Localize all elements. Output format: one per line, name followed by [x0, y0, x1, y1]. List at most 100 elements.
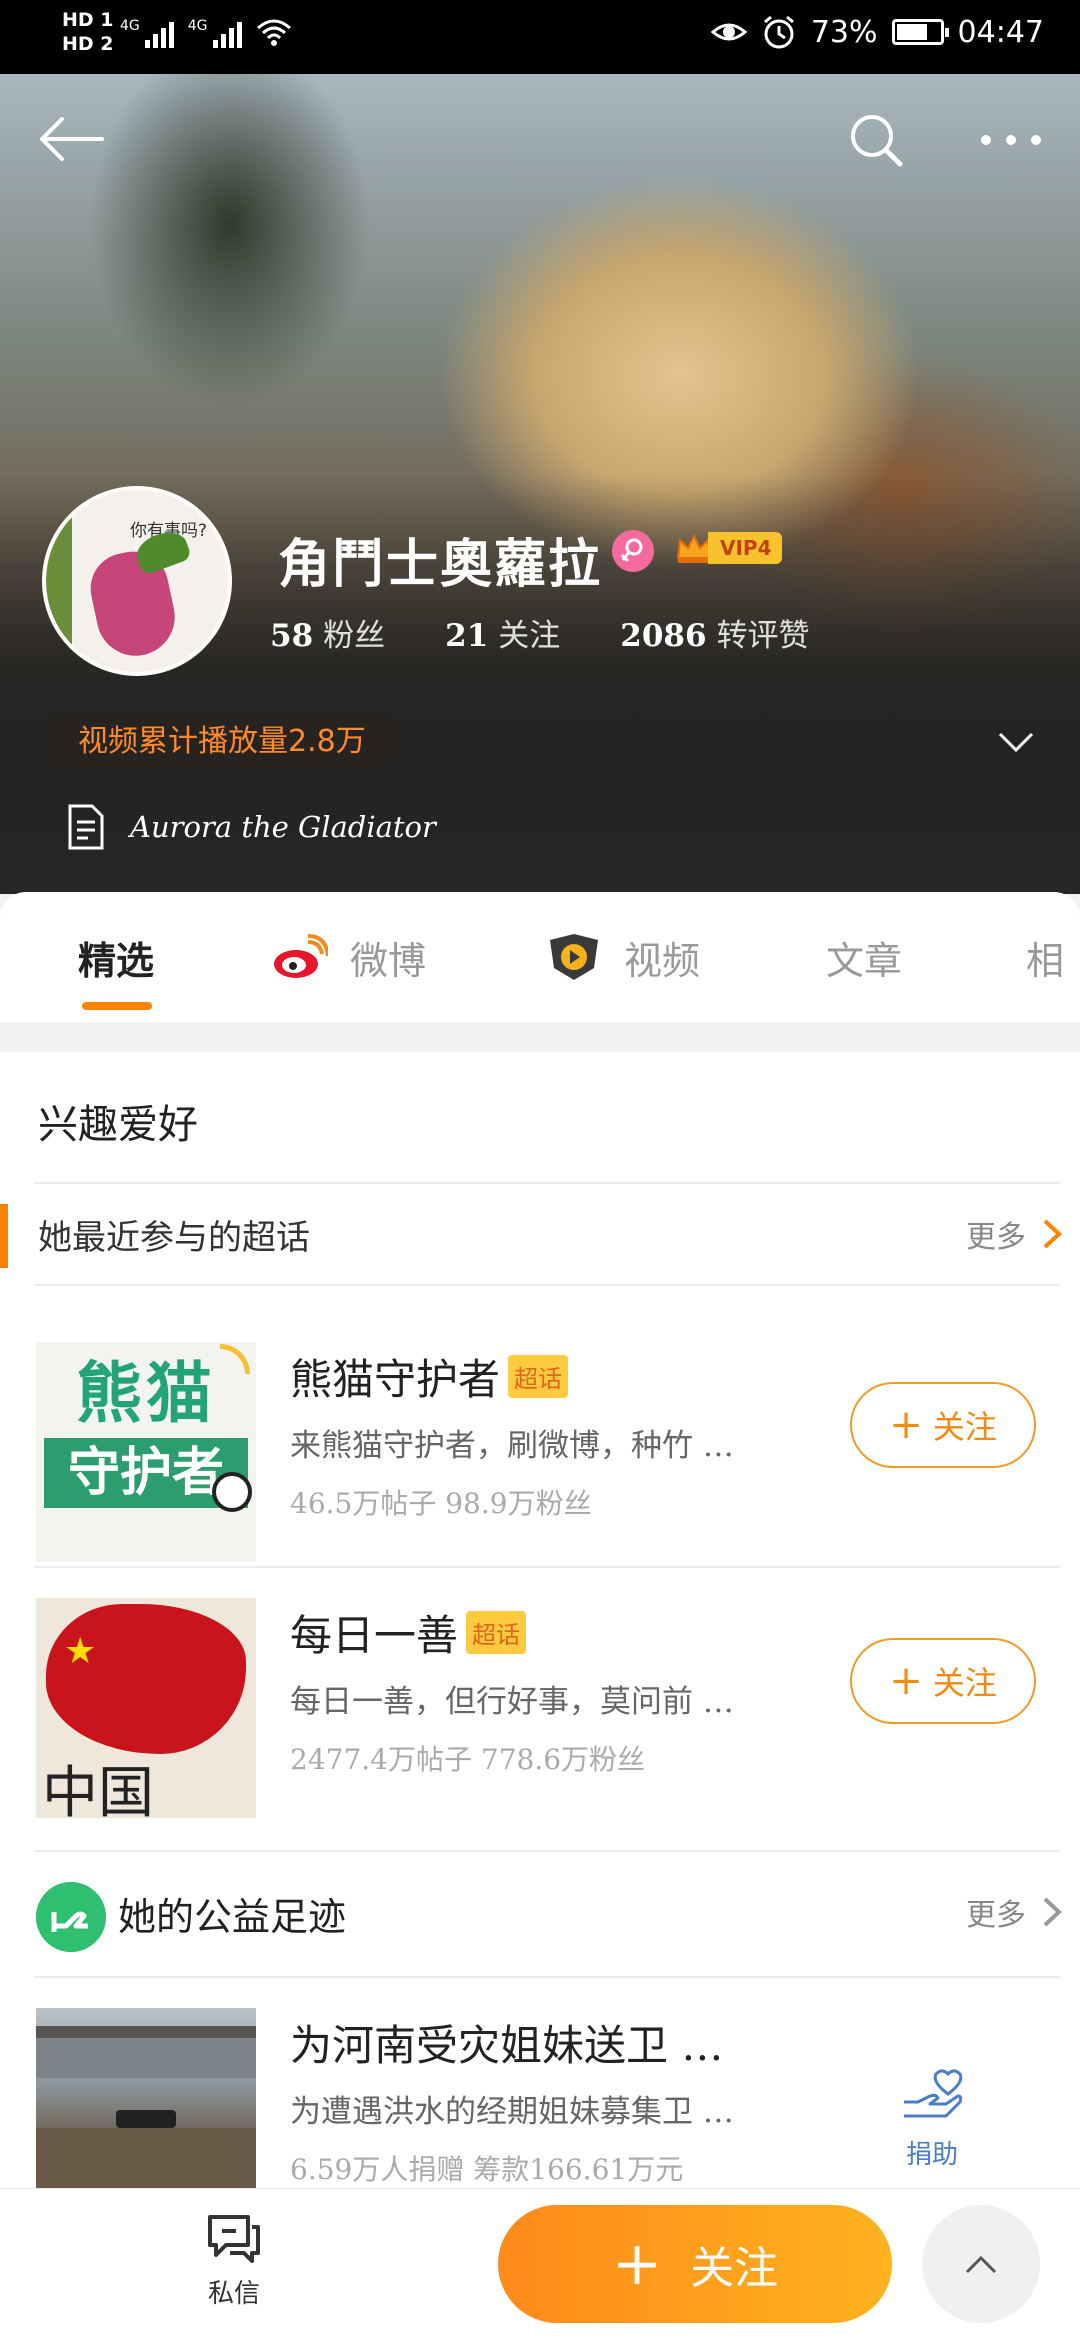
- super-topic-tag: 超话: [466, 1611, 527, 1654]
- stat-label: 粉丝: [323, 618, 386, 654]
- thumb-text: 熊猫: [76, 1355, 216, 1432]
- building-shape: [36, 2038, 256, 2078]
- video-icon: [550, 934, 598, 980]
- car-shape: [116, 2110, 176, 2128]
- charity-icon: [36, 1882, 106, 1952]
- document-icon: [68, 804, 104, 850]
- profile-header: 你有事吗? 角鬥士奧蘿拉 VIP4 58 粉丝 21 关注 2086 转评赞 视频累计…: [0, 74, 1080, 894]
- plus-icon: +: [611, 2229, 663, 2299]
- follow-topic-button[interactable]: + 关注: [850, 1382, 1036, 1468]
- stat-label: 关注: [498, 618, 561, 654]
- super-topics-more[interactable]: 更多: [966, 1212, 1064, 1256]
- stat-number: 21: [445, 618, 489, 654]
- avatar[interactable]: 你有事吗?: [42, 486, 232, 676]
- topic-thumbnail: ★ 中国: [36, 1598, 256, 1818]
- hd2-label: HD 2: [62, 33, 114, 55]
- charity-item-title: 为河南受灾姐妹送卫 …: [290, 2021, 724, 2070]
- more-icon[interactable]: [976, 130, 1046, 150]
- eye-icon: [710, 23, 747, 41]
- more-label: 更多: [966, 1220, 1026, 1255]
- water-shape: [36, 2128, 256, 2188]
- stat-number: 2086: [620, 618, 707, 654]
- divider: [34, 1976, 1060, 1978]
- tab-photos[interactable]: 相: [1026, 932, 1065, 983]
- section-accent-bar: [0, 1204, 8, 1268]
- follow-label: 关注: [932, 1664, 997, 1702]
- signal-icon: 4G: [188, 18, 242, 48]
- bridge-shape: [36, 2026, 256, 2038]
- topic-title: 熊猫守护者: [290, 1355, 501, 1404]
- stat-label: 转评赞: [716, 618, 810, 654]
- clock: 04:47: [957, 14, 1044, 50]
- plus-icon: +: [889, 1658, 923, 1704]
- follow-topic-button[interactable]: + 关注: [850, 1638, 1036, 1724]
- vip-badge[interactable]: VIP4: [674, 528, 782, 568]
- tab-label: 精选: [78, 937, 155, 983]
- featured-content: 兴趣爱好 她最近参与的超话 更多 熊猫 守护者 熊猫守护者 超话 来熊猫守护者，…: [0, 1052, 1080, 2188]
- super-topic-tag: 超话: [508, 1355, 569, 1398]
- chevron-right-icon: [1043, 1897, 1062, 1927]
- section-title: 兴趣爱好: [38, 1102, 198, 1148]
- chevron-right-icon: [1043, 1219, 1062, 1249]
- back-arrow-icon[interactable]: [36, 114, 106, 164]
- tab-video[interactable]: 视频: [546, 932, 701, 983]
- signal-indicators: 4G 4G: [120, 18, 292, 48]
- chevron-down-icon[interactable]: [996, 728, 1036, 756]
- charity-title: 她的公益足迹: [118, 1895, 347, 1939]
- weibo-icon: [274, 934, 328, 978]
- battery-percent: 73%: [810, 14, 878, 50]
- star-icon: ★: [64, 1631, 97, 1672]
- private-message-label: 私信: [207, 2279, 260, 2309]
- search-icon[interactable]: [848, 112, 904, 168]
- scroll-to-top-button[interactable]: [922, 2205, 1040, 2323]
- private-message-button[interactable]: 私信: [206, 2213, 262, 2310]
- super-topics-title: 她最近参与的超话: [38, 1218, 310, 1258]
- tab-label: 相: [1026, 938, 1065, 983]
- bio-text: Aurora the Gladiator: [130, 810, 436, 844]
- stat-fans[interactable]: 58 粉丝: [270, 610, 385, 655]
- charity-item[interactable]: 为河南受灾姐妹送卫 … 为遭遇洪水的经期姐妹募集卫 … 6.59万人捐赠 筹款1…: [0, 2008, 1080, 2188]
- charity-meta: 6.59万人捐赠 筹款166.61万元: [290, 2153, 684, 2186]
- more-label: 更多: [966, 1898, 1026, 1933]
- tab-label: 视频: [624, 938, 701, 983]
- follow-label: 关注: [690, 2243, 779, 2294]
- tab-weibo[interactable]: 微博: [272, 932, 426, 983]
- super-topics-header: 她最近参与的超话 更多: [0, 1184, 1080, 1284]
- network-label: 4G: [120, 18, 140, 34]
- signal-icon: 4G: [120, 18, 174, 48]
- follow-label: 关注: [932, 1408, 997, 1446]
- status-bar: HD 1 HD 2 4G 4G 73% 04:47: [0, 0, 1080, 74]
- topic-meta: 46.5万帖子 98.9万粉丝: [290, 1487, 592, 1520]
- video-play-count[interactable]: 视频累计播放量2.8万: [46, 712, 398, 772]
- tab-articles[interactable]: 文章: [826, 932, 902, 983]
- chevron-up-icon: [965, 2255, 997, 2274]
- stat-interactions[interactable]: 2086 转评赞: [620, 610, 809, 655]
- donate-button[interactable]: 捐助: [900, 2068, 964, 2171]
- hd1-label: HD 1: [62, 9, 114, 31]
- thumb-text: 中国: [42, 1761, 154, 1818]
- topic-name: 熊猫守护者 超话: [290, 1346, 569, 1407]
- bio: Aurora the Gladiator: [66, 804, 436, 850]
- stat-following[interactable]: 21 关注: [445, 610, 560, 655]
- follow-user-button[interactable]: + 关注: [498, 2205, 892, 2323]
- profile-tabs: 精选 微博 视频 文章 相: [0, 892, 1080, 1022]
- map-image: [46, 1604, 246, 1754]
- super-topic-item[interactable]: ★ 中国 每日一善 超话 每日一善，但行好事，莫问前 … 2477.4万帖子 7…: [0, 1598, 1080, 1838]
- divider: [34, 1850, 1060, 1852]
- female-icon: [612, 530, 654, 572]
- battery-icon: [891, 19, 949, 45]
- status-right: 73% 04:47: [710, 14, 1044, 50]
- topic-name: 每日一善 超话: [290, 1602, 527, 1663]
- alarm-icon: [763, 15, 794, 49]
- topic-meta: 2477.4万帖子 778.6万粉丝: [290, 1743, 646, 1776]
- hd-indicators: HD 1 HD 2: [62, 8, 114, 56]
- battery-fill: [896, 24, 928, 40]
- divider: [34, 1566, 1060, 1568]
- stat-number: 58: [270, 618, 314, 654]
- super-topic-item[interactable]: 熊猫 守护者 熊猫守护者 超话 来熊猫守护者，刷微博，种竹 … 46.5万帖子 …: [0, 1342, 1080, 1582]
- charity-header: 她的公益足迹 更多: [0, 1862, 1080, 1962]
- tab-featured[interactable]: 精选: [78, 932, 155, 1010]
- topic-title: 每日一善: [290, 1611, 459, 1660]
- charity-more[interactable]: 更多: [966, 1890, 1064, 1934]
- panda-icon: [212, 1472, 252, 1512]
